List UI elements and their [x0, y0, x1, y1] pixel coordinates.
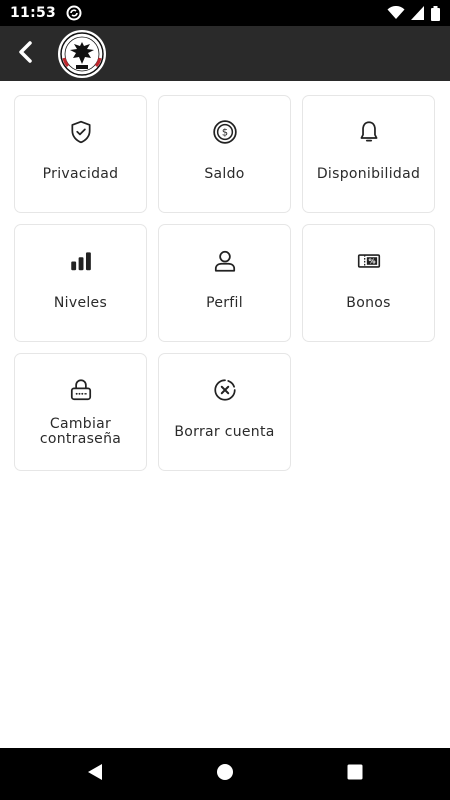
wifi-icon	[387, 6, 405, 20]
signal-icon	[411, 6, 425, 20]
nav-home-button[interactable]	[160, 748, 290, 800]
bar-levels-icon	[67, 247, 95, 275]
coin-dollar-icon: $	[211, 118, 239, 146]
tile-borrar-cuenta[interactable]: Borrar cuenta	[158, 353, 291, 471]
recents-square-icon	[347, 764, 363, 784]
shield-check-icon	[67, 118, 95, 146]
system-nav-bar	[0, 748, 450, 800]
tile-privacidad[interactable]: Privacidad	[14, 95, 147, 213]
battery-icon	[431, 5, 440, 21]
sync-icon	[66, 5, 82, 21]
nav-back-button[interactable]	[30, 748, 160, 800]
tile-bonos[interactable]: % Bonos	[302, 224, 435, 342]
app-bar	[0, 26, 450, 81]
lock-password-icon	[67, 376, 95, 404]
tile-label: Niveles	[53, 294, 108, 311]
tile-label: Cambiar contraseña	[39, 416, 122, 447]
voucher-percent-icon: %	[355, 247, 383, 275]
svg-text:%: %	[368, 256, 375, 265]
delete-circle-icon	[211, 376, 239, 404]
back-triangle-icon	[86, 763, 104, 785]
tile-saldo[interactable]: $ Saldo	[158, 95, 291, 213]
status-right-icons	[387, 5, 440, 21]
tile-disponibilidad[interactable]: Disponibilidad	[302, 95, 435, 213]
back-button[interactable]	[0, 26, 52, 81]
tile-label: Saldo	[204, 165, 245, 182]
svg-text:$: $	[221, 128, 227, 139]
tile-label: Bonos	[346, 294, 391, 311]
tile-label: Perfil	[206, 294, 243, 311]
tile-perfil[interactable]: Perfil	[158, 224, 291, 342]
tile-label: Disponibilidad	[316, 165, 421, 182]
tile-niveles[interactable]: Niveles	[14, 224, 147, 342]
back-arrow-icon	[16, 40, 36, 67]
tile-label: Privacidad	[42, 165, 119, 182]
settings-grid: Privacidad $ Saldo Disponibilidad Nivele…	[14, 95, 436, 471]
tile-cambiar-contrasena[interactable]: Cambiar contraseña	[14, 353, 147, 471]
bell-icon	[355, 118, 383, 146]
status-bar: 11:53	[0, 0, 450, 26]
home-circle-icon	[216, 763, 234, 785]
status-time: 11:53	[10, 5, 57, 21]
tile-label: Borrar cuenta	[174, 423, 275, 440]
nav-recents-button[interactable]	[290, 748, 420, 800]
user-icon	[211, 247, 239, 275]
eagle-crest-logo	[58, 29, 106, 78]
